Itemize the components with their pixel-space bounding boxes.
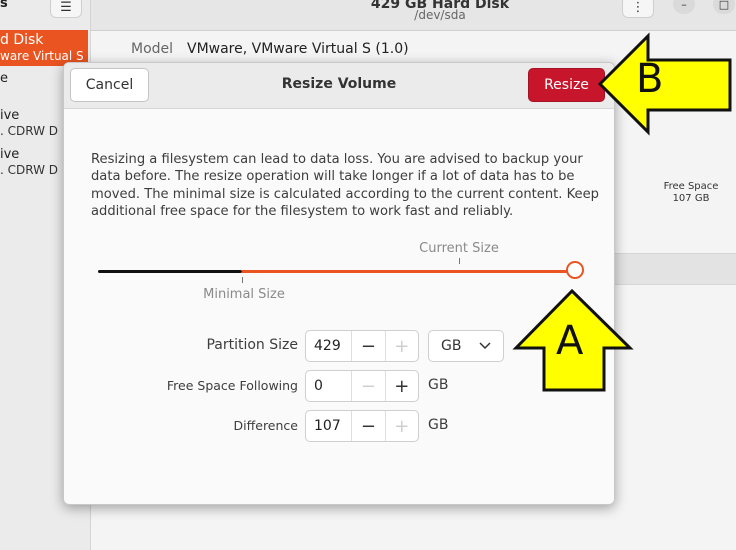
difference-input[interactable]: 107 xyxy=(306,411,351,441)
slider-track-fill[interactable] xyxy=(242,270,570,273)
model-value: VMware, VMware Virtual S (1.0) xyxy=(187,41,409,57)
more-options-button[interactable]: ⋮ xyxy=(622,0,654,18)
partition-size-label: Partition Size xyxy=(206,337,298,353)
annotation-letter-a: A xyxy=(556,318,584,364)
difference-increase-button[interactable]: + xyxy=(384,411,418,441)
minimize-icon: – xyxy=(681,0,687,11)
minimal-size-tick xyxy=(242,277,243,283)
dialog-title: Resize Volume xyxy=(281,76,397,92)
free-space-segment-value: 107 GB xyxy=(672,193,710,204)
resize-volume-dialog: Cancel Resize Volume Resize Resizing a f… xyxy=(63,62,615,505)
plus-icon: + xyxy=(394,335,410,357)
plus-icon: + xyxy=(394,375,410,397)
free-space-following-input[interactable]: 0 xyxy=(306,371,351,401)
free-space-following-spinner: 0 − + xyxy=(305,370,419,402)
minus-icon: − xyxy=(360,375,376,397)
model-label: Model xyxy=(131,41,174,57)
minus-icon: − xyxy=(360,415,376,437)
plus-icon: + xyxy=(394,415,410,437)
minimal-size-label: Minimal Size xyxy=(203,287,285,302)
sidebar-item-label[interactable]: ive xyxy=(0,108,19,123)
difference-unit-label: GB xyxy=(428,417,449,433)
minus-icon: − xyxy=(360,335,376,357)
chevron-down-icon xyxy=(479,342,491,350)
slider-track-used xyxy=(98,270,242,273)
menu-button[interactable]: ☰ xyxy=(50,0,82,18)
partition-size-increase-button[interactable]: + xyxy=(384,331,418,361)
annotation-arrow-b-icon xyxy=(597,32,732,136)
free-space-segment-label: Free Space xyxy=(663,181,719,192)
sidebar-item-sublabel: . CDRW D xyxy=(0,124,59,138)
unit-selected-value: GB xyxy=(441,338,462,354)
free-space-following-label: Free Space Following xyxy=(166,378,298,393)
current-size-tick xyxy=(459,258,460,264)
difference-decrease-button[interactable]: − xyxy=(351,411,384,441)
resize-warning-text: Resizing a filesystem can lead to data l… xyxy=(91,152,599,219)
sidebar-item-label[interactable]: ive xyxy=(0,147,19,162)
hamburger-icon: ☰ xyxy=(60,0,72,15)
partition-size-unit-dropdown[interactable]: GB xyxy=(428,330,504,362)
free-space-unit-label: GB xyxy=(428,377,449,393)
sidebar-item-label[interactable]: e xyxy=(0,71,8,86)
free-space-increase-button[interactable]: + xyxy=(384,371,418,401)
resize-button[interactable]: Resize xyxy=(528,68,605,102)
vertical-dots-icon: ⋮ xyxy=(631,0,645,15)
cancel-button[interactable]: Cancel xyxy=(70,68,149,102)
free-space-decrease-button[interactable]: − xyxy=(351,371,384,401)
close-icon: □ xyxy=(718,0,730,11)
partition-size-input[interactable]: 429 xyxy=(306,331,351,361)
current-size-label: Current Size xyxy=(419,241,499,256)
size-slider-handle[interactable] xyxy=(566,261,584,279)
difference-label: Difference xyxy=(233,418,298,433)
partition-size-spinner: 429 − + xyxy=(305,330,419,362)
sidebar-item-sublabel: . CDRW D xyxy=(0,163,59,177)
sidebar-item-sublabel: ware Virtual S xyxy=(0,49,84,63)
partition-size-decrease-button[interactable]: − xyxy=(351,331,384,361)
disk-device-path: /dev/sda xyxy=(414,8,466,22)
sidebar-item-hard-disk[interactable]: d Disk ware Virtual S xyxy=(0,30,88,66)
partition-info-band xyxy=(612,253,736,285)
header-left-fragment: s xyxy=(0,0,8,11)
difference-spinner: 107 − + xyxy=(305,410,419,442)
sidebar-item-label: d Disk xyxy=(0,32,44,48)
annotation-letter-b: B xyxy=(636,56,664,102)
